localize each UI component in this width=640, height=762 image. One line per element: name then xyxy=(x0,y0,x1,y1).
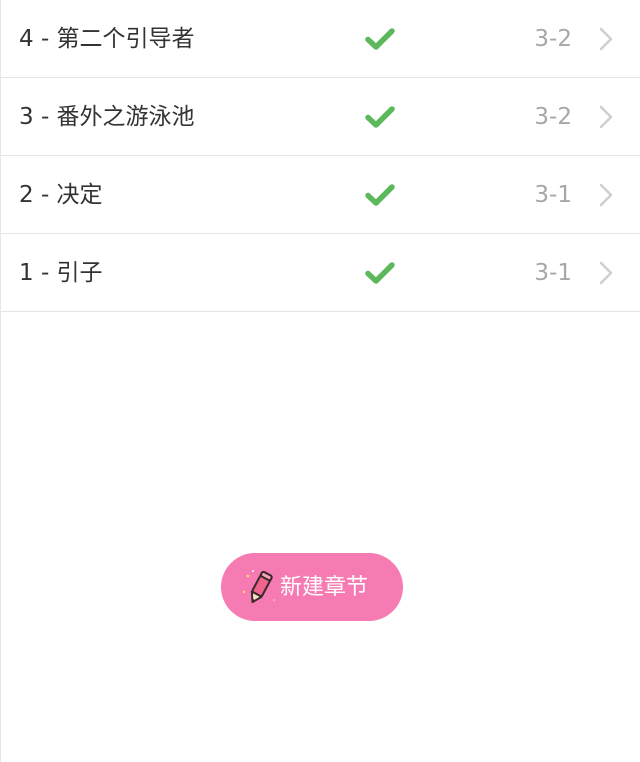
chevron-right-icon xyxy=(599,183,613,207)
check-icon xyxy=(365,262,395,284)
chapter-row[interactable]: 2 - 决定 3-1 xyxy=(1,156,640,234)
new-chapter-button[interactable]: 新建章节 xyxy=(221,553,403,621)
chapter-row[interactable]: 1 - 引子 3-1 xyxy=(1,234,640,312)
chapter-date: 3-2 xyxy=(534,26,572,52)
chapter-row[interactable]: 4 - 第二个引导者 3-2 xyxy=(1,0,640,78)
chapter-title: 4 - 第二个引导者 xyxy=(19,26,195,52)
chapter-list-screen: 4 - 第二个引导者 3-2 3 - 番外之游泳池 3-2 2 - 决定 3-1… xyxy=(0,0,640,762)
chevron-right-icon xyxy=(599,261,613,285)
chapter-title: 3 - 番外之游泳池 xyxy=(19,104,195,130)
check-icon xyxy=(365,184,395,206)
chapter-row[interactable]: 3 - 番外之游泳池 3-2 xyxy=(1,78,640,156)
new-chapter-label: 新建章节 xyxy=(280,575,369,600)
chevron-right-icon xyxy=(599,27,613,51)
check-icon xyxy=(365,28,395,50)
pencil-icon xyxy=(242,570,276,604)
chapter-date: 3-2 xyxy=(534,104,572,130)
chevron-right-icon xyxy=(599,105,613,129)
chapter-date: 3-1 xyxy=(534,260,572,286)
chapter-title: 1 - 引子 xyxy=(19,260,103,286)
check-icon xyxy=(365,106,395,128)
chapter-date: 3-1 xyxy=(534,182,572,208)
chapter-list: 4 - 第二个引导者 3-2 3 - 番外之游泳池 3-2 2 - 决定 3-1… xyxy=(1,0,640,312)
chapter-title: 2 - 决定 xyxy=(19,182,103,208)
